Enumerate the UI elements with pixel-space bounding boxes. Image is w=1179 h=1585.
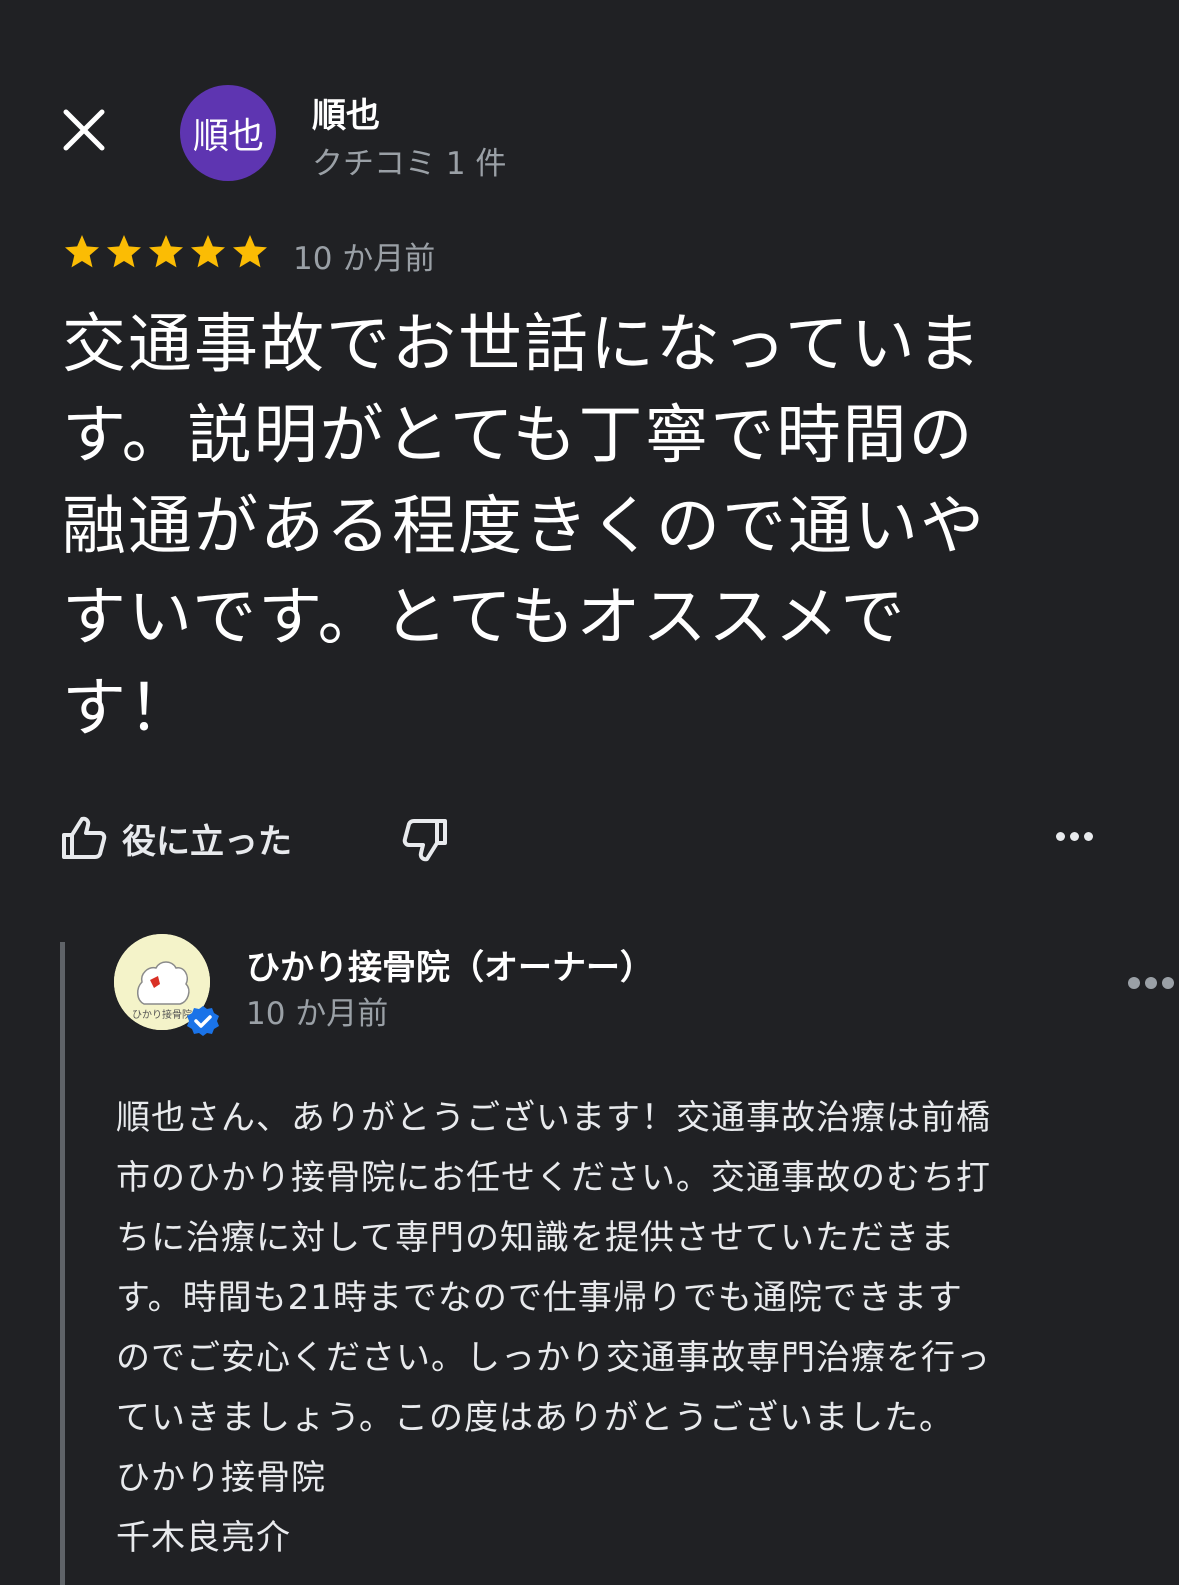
more-icon-dot: [1162, 977, 1174, 989]
owner-name[interactable]: ひかり接骨院（オーナー）: [246, 940, 654, 989]
close-icon: [63, 109, 105, 151]
verified-badge-icon: [187, 1006, 219, 1036]
star-filled-icon: [233, 235, 267, 268]
more-icon-dot: [1083, 831, 1093, 841]
star-filled-icon: [107, 235, 141, 268]
helpful-button[interactable]: 役に立った: [58, 808, 292, 868]
clinic-logo-text: ひかり接骨院: [132, 1008, 192, 1021]
reply-divider: [60, 942, 65, 1585]
review-more-button[interactable]: [1046, 816, 1102, 856]
avatar-text: 順也: [192, 116, 264, 157]
owner-reply-more-button[interactable]: [1128, 970, 1179, 996]
owner-reply-date: 10 か月前: [246, 996, 389, 1032]
star-rating: [62, 232, 270, 272]
more-icon: [1055, 831, 1065, 841]
not-helpful-button[interactable]: [398, 812, 454, 868]
reviewer-name[interactable]: 順也: [312, 88, 380, 137]
review-date: 10 か月前: [293, 241, 436, 277]
star-filled-icon: [191, 235, 225, 268]
star-filled-icon: [65, 235, 99, 268]
close-button[interactable]: [52, 98, 116, 162]
reviewer-avatar[interactable]: 順也: [180, 85, 276, 181]
thumbs-up-icon: [62, 816, 107, 859]
more-icon-dot: [1069, 831, 1079, 841]
helpful-label: 役に立った: [122, 821, 292, 862]
review-text: 交通事故でお世話になっていま す。説明がとても丁寧で時間の 融通がある程度きくの…: [62, 308, 986, 746]
more-icon: [1128, 977, 1140, 989]
more-icon-dot: [1145, 977, 1157, 989]
reviewer-review-count: クチコミ 1 件: [312, 146, 507, 182]
owner-reply-text: 順也さん、ありがとうございます！交通事故治療は前橋 市のひかり接骨院にお任せくだ…: [116, 1098, 991, 1558]
thumbs-down-icon: [402, 819, 447, 862]
star-filled-icon: [149, 235, 183, 268]
